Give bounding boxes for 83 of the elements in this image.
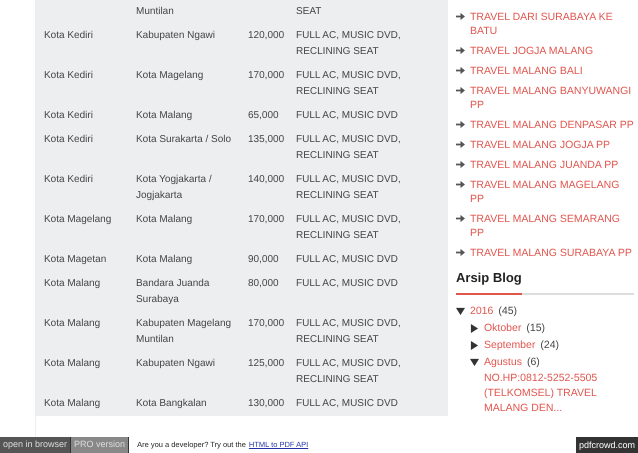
table-cell: FULL AC, MUSIC DVD, RECLINING SEAT — [296, 134, 401, 161]
table-cell: FULL AC, MUSIC DVD, RECLINING SEAT — [296, 214, 401, 241]
arrow-right-icon — [456, 86, 465, 95]
arrow-right-icon — [456, 180, 465, 189]
table-cell: 170,000 — [248, 214, 284, 225]
pro-version-button[interactable]: PRO version — [71, 437, 130, 453]
table-cell: FULL AC, MUSIC DVD — [296, 278, 398, 289]
triangle-right-icon[interactable] — [470, 340, 479, 350]
arrow-right-icon — [456, 120, 465, 129]
table-cell: Kota Bangkalan — [136, 398, 207, 409]
arrow-right-icon — [456, 66, 465, 75]
post-link[interactable]: NO.HP:0812-5252-5505 (TELKOMSEL) TRAVEL MALANG DEN... — [484, 370, 634, 416]
table-cell: Kabupaten Ngawi — [136, 358, 215, 369]
table-cell: 125,000 — [248, 358, 284, 369]
table-cell: Kabupaten Ngawi — [136, 30, 215, 41]
archive-link[interactable]: Oktober — [484, 320, 522, 336]
table-cell: 135,000 — [248, 134, 284, 145]
table-cell: Kota Malang — [136, 110, 192, 121]
table-cell: Kabupaten Magelang Muntilan — [136, 318, 232, 345]
arrow-right-icon — [456, 12, 465, 21]
table-cell: SEAT — [296, 6, 322, 17]
table-cell: Kota Kediri — [44, 30, 93, 41]
sidebar-link[interactable]: TRAVEL DARI SURABAYA KE BATU — [470, 10, 634, 38]
triangle-right-icon[interactable] — [470, 324, 479, 332]
table-cell: FULL AC, MUSIC DVD, RECLINING SEAT — [296, 174, 401, 201]
post-count: (45) — [498, 304, 518, 318]
arrow-right-icon — [456, 160, 465, 169]
table-cell: FULL AC, MUSIC DVD, RECLINING SEAT — [296, 318, 401, 345]
table-cell: 90,000 — [248, 254, 279, 265]
table-cell: 120,000 — [248, 30, 284, 41]
table-cell: Kota Magelang — [136, 70, 204, 81]
table-cell: FULL AC, MUSIC DVD, RECLINING SEAT — [296, 30, 401, 57]
sidebar-link[interactable]: TRAVEL MALANG BALI — [470, 64, 583, 78]
sidebar-link[interactable]: TRAVEL MALANG DENPASAR PP — [470, 118, 634, 132]
sidebar-link[interactable]: TRAVEL MALANG MAGELANG PP — [470, 178, 634, 206]
table-cell: FULL AC, MUSIC DVD — [296, 110, 398, 121]
table-cell: Kota Malang — [44, 318, 100, 329]
table-cell: Kota Malang — [44, 398, 100, 409]
sidebar-link[interactable]: TRAVEL MALANG SEMARANG PP — [470, 212, 634, 240]
arrow-right-icon — [456, 140, 465, 149]
post-count: (24) — [540, 338, 560, 352]
archive-link[interactable]: 2016 — [470, 302, 494, 320]
table-cell: Kota Magetan — [44, 254, 106, 265]
arrow-right-icon — [456, 46, 465, 55]
table-cell: FULL AC, MUSIC DVD — [296, 254, 398, 265]
arrow-right-icon — [456, 248, 465, 257]
table-cell: Kota Malang — [136, 254, 192, 265]
sidebar-link[interactable]: TRAVEL MALANG BANYUWANGI PP — [470, 84, 634, 112]
table-cell: FULL AC, MUSIC DVD, RECLINING SEAT — [296, 358, 401, 385]
triangle-down-icon[interactable] — [470, 358, 479, 366]
table-cell: FULL AC, MUSIC DVD, RECLINING SEAT — [296, 70, 401, 97]
table-cell: Kota Kediri — [44, 110, 93, 121]
table-cell: 65,000 — [248, 110, 279, 121]
table-cell: Kota Malang — [136, 214, 192, 225]
table-cell: Kota Kediri — [44, 134, 93, 145]
sidebar-link[interactable]: TRAVEL MALANG JUANDA PP — [470, 158, 618, 172]
table-cell: Muntilan — [136, 6, 174, 17]
sidebar-link[interactable]: TRAVEL MALANG JOGJA PP — [470, 138, 610, 152]
table-cell: Kota Magelang — [44, 214, 112, 225]
post-count: (15) — [526, 320, 546, 336]
table-cell: 80,000 — [248, 278, 279, 289]
table-cell: 170,000 — [248, 70, 284, 81]
table-cell: Kota Kediri — [44, 70, 93, 81]
table-cell: Kota Malang — [44, 278, 100, 289]
table-cell: Kota Surakarta / Solo — [136, 134, 232, 145]
post-count: (6) — [526, 354, 540, 370]
table-cell: FULL AC, MUSIC DVD — [296, 398, 398, 409]
table-cell: 170,000 — [248, 318, 284, 329]
open-in-browser-button[interactable]: open in browser — [0, 437, 72, 453]
brand-label: pdfcrowd.com — [576, 437, 638, 453]
table-cell: 130,000 — [248, 398, 284, 409]
triangle-down-icon[interactable] — [456, 306, 465, 316]
arrow-right-icon — [456, 214, 465, 223]
table-cell: Kota Malang — [44, 358, 100, 369]
table-cell: Kota Kediri — [44, 174, 93, 185]
table-cell: Bandara Juanda Surabaya — [136, 278, 210, 305]
sidebar-link[interactable]: TRAVEL MALANG SURABAYA PP — [470, 246, 632, 260]
section-title: Arsip Blog — [456, 268, 522, 294]
archive-link[interactable]: September — [484, 336, 536, 354]
sidebar-link[interactable]: TRAVEL JOGJA MALANG — [470, 44, 594, 58]
archive-link[interactable]: Agustus — [484, 354, 522, 370]
table-cell: 140,000 — [248, 174, 284, 185]
table-cell: Kota Yogjakarta / Jogjakarta — [136, 174, 212, 201]
